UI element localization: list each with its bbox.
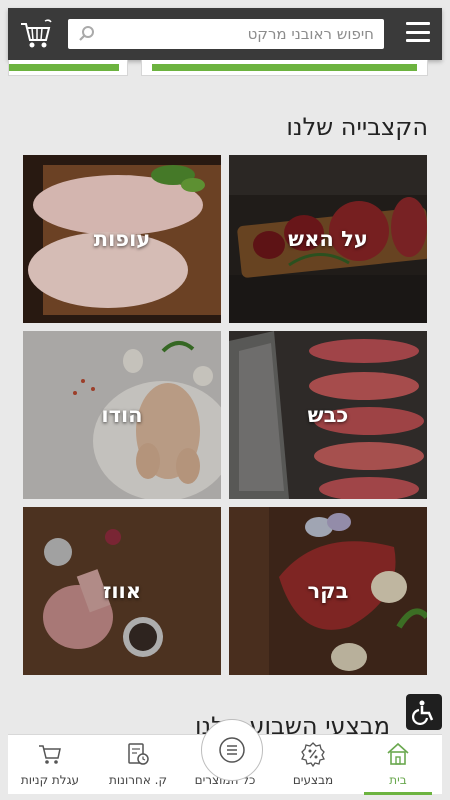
all-products-button[interactable] <box>201 719 263 781</box>
section-title: הקצבייה שלנו <box>286 113 428 141</box>
cart-icon <box>39 745 61 764</box>
list-icon <box>219 737 245 763</box>
previous-card-right <box>141 60 428 76</box>
cart-logo-icon[interactable] <box>18 16 54 52</box>
search-placeholder: חיפוש ראובני מרקט <box>247 25 374 43</box>
category-tile-turkey[interactable]: הודו <box>23 331 221 499</box>
category-tile-lamb[interactable]: כבש <box>229 331 427 499</box>
nav-label: בית <box>389 773 407 787</box>
nav-item-sales[interactable]: מבצעים <box>273 735 353 795</box>
nav-item-recent-orders[interactable]: ק. אחרונות <box>98 735 178 795</box>
active-indicator <box>364 792 432 795</box>
category-label: אווז <box>102 579 142 603</box>
category-label: על האש <box>288 227 368 251</box>
category-label: הודו <box>101 403 143 427</box>
nav-label: עגלת קניות <box>20 773 80 787</box>
search-icon <box>79 26 94 41</box>
previous-card-left <box>8 60 128 76</box>
home-icon <box>387 742 409 765</box>
nav-label: ק. אחרונות <box>108 773 167 787</box>
hamburger-menu-icon[interactable] <box>406 22 430 42</box>
category-label: עופות <box>93 227 151 251</box>
category-label: כבש <box>307 403 349 427</box>
nav-item-home[interactable]: בית <box>358 735 438 795</box>
nav-item-cart[interactable]: עגלת קניות <box>10 735 90 795</box>
category-tile-bbq[interactable]: על האש <box>229 155 427 323</box>
search-input[interactable]: חיפוש ראובני מרקט <box>68 19 384 49</box>
category-tile-beef[interactable]: בקר <box>229 507 427 675</box>
recent-orders-icon <box>128 743 149 765</box>
app-header: חיפוש ראובני מרקט <box>8 8 442 60</box>
accessibility-icon[interactable] <box>406 694 442 730</box>
category-tile-goose[interactable]: אווז <box>23 507 221 675</box>
category-tile-poultry[interactable]: עופות <box>23 155 221 323</box>
bottom-navigation: עגלת קניות ק. אחרונות כל המוצרים מבצעים … <box>8 719 442 795</box>
nav-label: מבצעים <box>292 773 334 787</box>
category-label: בקר <box>307 579 349 603</box>
percent-badge-icon <box>301 742 325 767</box>
